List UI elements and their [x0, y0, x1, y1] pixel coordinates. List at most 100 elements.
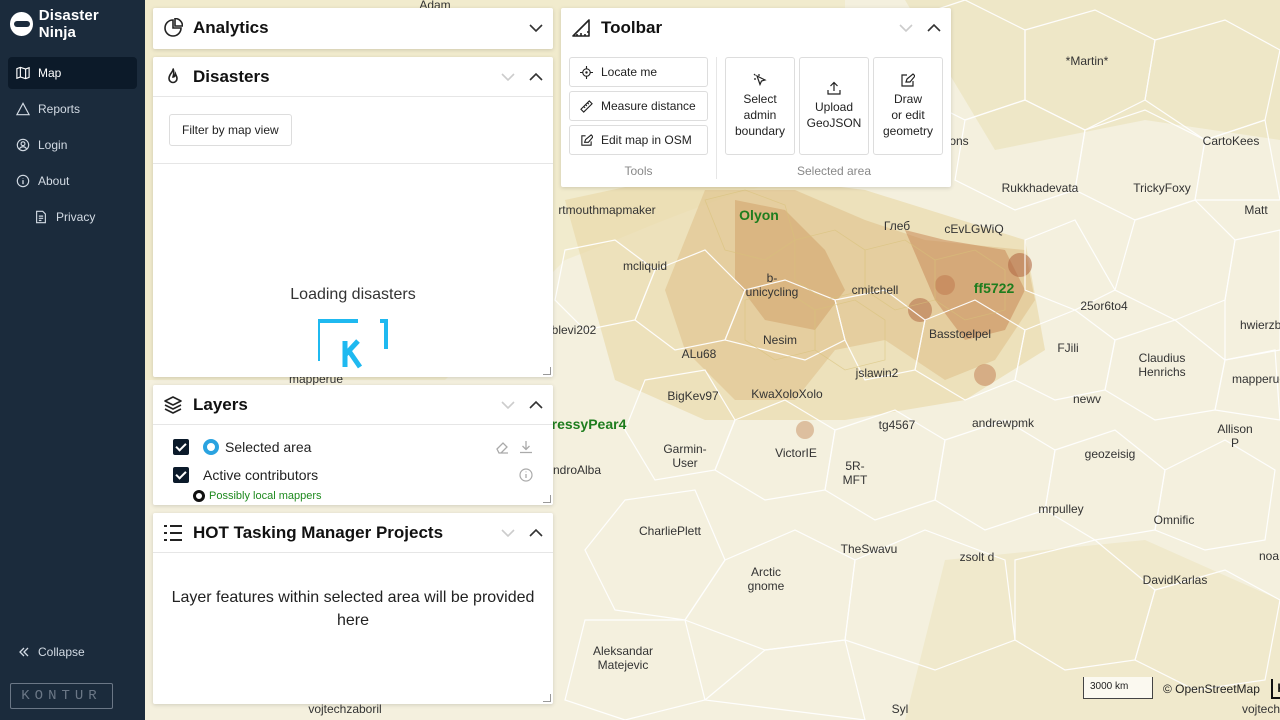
hot-projects-message: Layer features within selected area will…: [171, 589, 535, 629]
eraser-icon[interactable]: [495, 440, 509, 454]
map-contributor-label: BigKev97: [667, 389, 719, 403]
panel-title: Layers: [193, 394, 248, 414]
chevron-down-icon[interactable]: [529, 21, 543, 35]
analytics-header[interactable]: Analytics: [153, 8, 553, 48]
layers-panel: Layers Selected area Active contributors…: [153, 385, 553, 505]
edit-in-osm-button[interactable]: Edit map in OSM: [569, 125, 708, 155]
upload-geojson-button[interactable]: Upload GeoJSON: [799, 57, 869, 155]
selected-area-caption: Selected area: [796, 164, 872, 178]
disasters-header[interactable]: Disasters: [153, 57, 553, 97]
osm-attribution[interactable]: © OpenStreetMap: [1163, 682, 1260, 696]
select-admin-boundary-button[interactable]: Select admin boundary: [725, 57, 795, 155]
tool-label: Locate me: [601, 65, 658, 79]
layer-label: Active contributors: [203, 467, 319, 483]
map-contributor-label: VictorIE: [775, 446, 817, 460]
chevron-down-icon[interactable]: [501, 526, 515, 540]
sidebar-item-about[interactable]: About: [8, 165, 137, 197]
map-contributor-label: Omnific: [1153, 513, 1195, 527]
area-btn-line2: Upload: [814, 100, 854, 114]
hot-projects-panel: HOT Tasking Manager Projects Layer featu…: [153, 513, 553, 704]
map-contributor-label: Basstoelpel: [928, 327, 992, 341]
chevron-up-icon[interactable]: [529, 398, 543, 412]
list-icon: [164, 524, 182, 541]
info-icon[interactable]: [519, 468, 533, 482]
layer-checkbox[interactable]: [173, 467, 189, 483]
map-contributor-label: rtmouthmapmaker: [558, 203, 656, 217]
map-contributor-label: *Martin*: [1065, 54, 1109, 68]
locate-me-button[interactable]: Locate me: [569, 57, 708, 87]
chevron-down-icon[interactable]: [501, 70, 515, 84]
map-contributor-label: Aleksandar Matejevic: [592, 644, 654, 672]
map-contributor-label: ndroAlba: [552, 463, 602, 477]
panel-title: Toolbar: [601, 18, 663, 37]
measure-distance-button[interactable]: Measure distance: [569, 91, 708, 121]
layer-checkbox[interactable]: [173, 439, 189, 455]
map-contributor-label: 5R- MFT: [842, 459, 868, 487]
map-contributor-label: ressyPear4: [551, 416, 627, 432]
legend-row: Possibly local mappers: [153, 489, 553, 503]
chevron-down-icon[interactable]: [899, 21, 913, 35]
layer-row-selected-area[interactable]: Selected area: [153, 433, 553, 461]
resize-handle[interactable]: [543, 367, 551, 375]
crosshair-icon: [580, 65, 593, 79]
download-icon[interactable]: [519, 440, 533, 454]
resize-handle[interactable]: [543, 694, 551, 702]
map-contributor-label: ff5722: [973, 280, 1015, 296]
map-contributor-label: vojtechzaboril: [308, 702, 382, 716]
map-contributor-label: blevi202: [551, 323, 597, 337]
draw-geometry-button[interactable]: Draw or edit geometry: [873, 57, 943, 155]
layer-label: Selected area: [225, 439, 312, 455]
chevron-up-icon[interactable]: [529, 70, 543, 84]
chevron-down-icon[interactable]: [501, 398, 515, 412]
map-contributor-label: mrpulley: [1038, 502, 1084, 516]
brand[interactable]: Disaster Ninja: [0, 0, 145, 48]
map-contributor-label: TrickyFoxy: [1133, 181, 1191, 195]
collapse-label: Collapse: [38, 645, 85, 659]
panel-title: HOT Tasking Manager Projects: [193, 522, 444, 542]
layers-header[interactable]: Layers: [153, 385, 553, 425]
area-btn-line3: GeoJSON: [806, 116, 862, 130]
analytics-panel: Analytics: [153, 8, 553, 49]
sidebar-item-login[interactable]: Login: [8, 129, 137, 161]
sidebar-item-label: Reports: [38, 102, 81, 116]
filter-by-map-view-button[interactable]: Filter by map view: [169, 114, 292, 146]
disasters-panel: Disasters Filter by map view Loading dis…: [153, 57, 553, 377]
loading-text: Loading disasters: [290, 286, 416, 303]
app-logo-icon: [10, 12, 33, 36]
map-contributor-label: cmitchell: [851, 283, 899, 297]
toolbar-panel: Toolbar Locate me Measure distance Edit …: [561, 8, 951, 187]
map-contributor-label: geozeisig: [1084, 447, 1136, 461]
collapse-button[interactable]: Collapse: [8, 636, 95, 668]
sidebar-item-reports[interactable]: Reports: [8, 93, 137, 125]
tool-label: Edit map in OSM: [601, 133, 692, 147]
sidebar-item-map[interactable]: Map: [8, 57, 137, 89]
layers-icon: [164, 395, 182, 414]
resize-handle[interactable]: [543, 495, 551, 503]
area-btn-line3: geometry: [882, 124, 934, 138]
hot-projects-header[interactable]: HOT Tasking Manager Projects: [153, 513, 553, 553]
layer-row-active-contributors[interactable]: Active contributors: [153, 461, 553, 489]
chevron-up-icon[interactable]: [529, 526, 543, 540]
fire-icon: [168, 67, 178, 83]
map-contributor-label: Garmin- User: [663, 442, 707, 470]
map-contributor-label: Arctic gnome: [747, 565, 785, 593]
kontur-map-logo[interactable]: KONTUR: [1271, 679, 1280, 699]
kontur-logo[interactable]: KONTUR: [10, 683, 113, 709]
map-contributor-label: Rukkhadevata: [1001, 181, 1079, 195]
user-icon: [16, 138, 30, 152]
sidebar-item-label: Login: [38, 138, 68, 152]
toolbar-header[interactable]: Toolbar: [561, 8, 951, 48]
triangle-alert-icon: [16, 102, 30, 116]
map-contributor-label: vojtech: [1241, 702, 1280, 716]
sidebar-nav: Map Reports Login About Privacy: [0, 48, 145, 233]
map-contributor-label: DavidKarlas: [1142, 573, 1208, 587]
sidebar-item-privacy[interactable]: Privacy: [8, 201, 137, 233]
double-chevron-left-icon: [19, 647, 29, 657]
map-contributor-label: 25or6to4: [1080, 299, 1128, 313]
map-contributor-label: TheSwavu: [840, 542, 898, 556]
selected-area-group: Select admin boundary Upload GeoJSON Dra…: [725, 57, 943, 155]
sidebar-item-label: About: [38, 174, 70, 188]
toolbar-ruler-icon: [572, 19, 590, 37]
chevron-up-icon[interactable]: [927, 21, 941, 35]
map-contributor-label: newv: [1072, 392, 1102, 406]
